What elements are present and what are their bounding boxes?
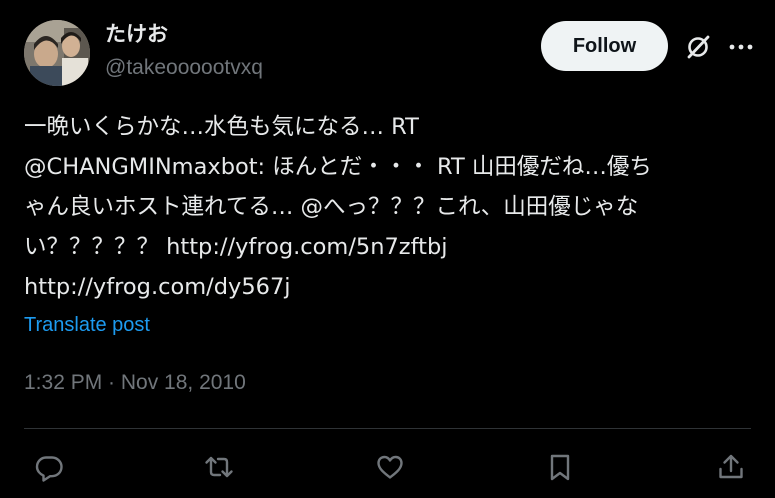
tweet-card: たけお @takeoooootvxq Follow 一晩いくらかな…水色も気にな… [0,0,775,498]
more-options-icon[interactable] [727,35,755,59]
avatar-photo [24,20,90,86]
bookmark-button[interactable] [545,452,575,482]
user-handle[interactable]: @takeoooootvxq [105,54,263,82]
repost-button[interactable] [204,452,234,482]
reply-icon [35,456,63,482]
avatar[interactable] [24,20,90,86]
repost-icon [205,456,233,478]
post-text: 一晩いくらかな…水色も気になる… RT @CHANGMINmaxbot: ほんと… [24,107,764,307]
post-text-line: http://yfrog.com/dy567j [24,274,291,300]
like-button[interactable] [375,452,405,482]
grok-icon[interactable] [684,33,712,61]
post-text-line: @CHANGMINmaxbot: ほんとだ・・・ RT 山田優だね…優ち [24,154,652,180]
bookmark-icon [550,454,570,481]
share-icon [719,454,743,479]
follow-button[interactable]: Follow [541,21,668,71]
translate-post-link[interactable]: Translate post [24,311,150,339]
post-text-line: 一晩いくらかな…水色も気になる… RT [24,114,419,140]
post-text-line: ゃん良いホスト連れてる… @へっ？？？これ、山田優じゃな [24,194,639,220]
share-button[interactable] [716,452,746,482]
post-timestamp[interactable]: 1:32 PM · Nov 18, 2010 [24,369,246,397]
reply-button[interactable] [34,452,64,482]
display-name[interactable]: たけお [105,20,168,48]
divider [24,428,751,429]
like-icon [377,455,403,479]
post-text-line: い？？？？？ http://yfrog.com/5n7zftbj [24,234,448,260]
